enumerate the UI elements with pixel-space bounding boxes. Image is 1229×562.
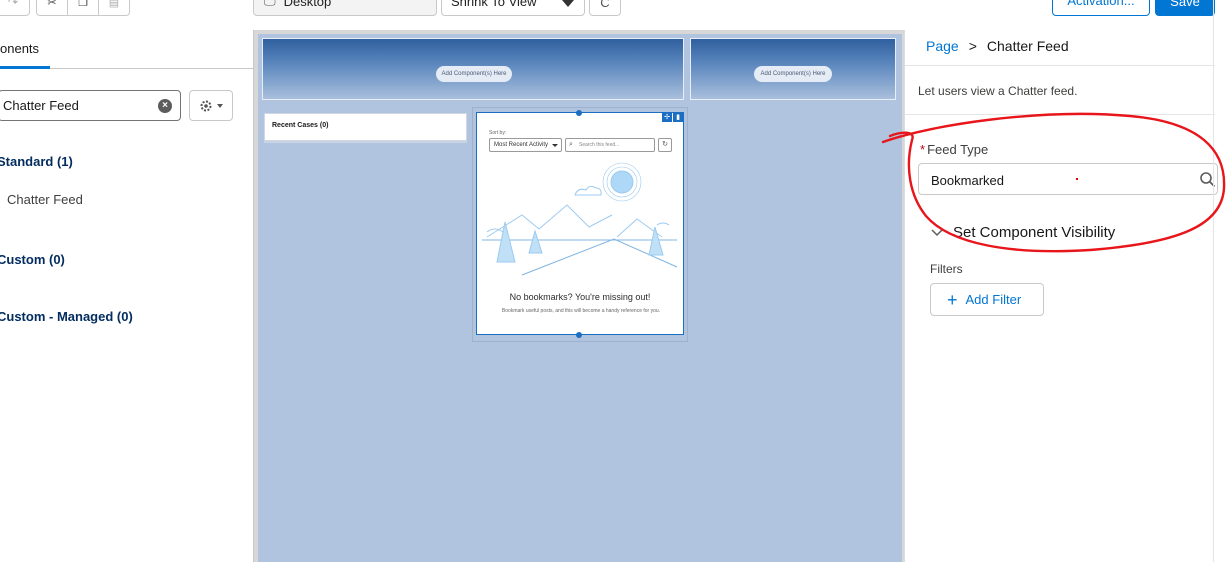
save-label: Save	[1170, 0, 1200, 9]
settings-menu-button[interactable]	[189, 90, 233, 121]
recent-cases-component[interactable]: Recent Cases (0)	[264, 113, 467, 141]
section-standard[interactable]: Standard (1)	[0, 154, 73, 169]
section-custom[interactable]: Custom (0)	[0, 252, 65, 267]
component-search-value: Chatter Feed	[3, 98, 79, 113]
properties-panel: Page > Chatter Feed Let users view a Cha…	[904, 30, 1229, 562]
paste-button[interactable]: ▤	[99, 0, 129, 15]
feed-type-label: * Feed Type	[920, 142, 988, 157]
copy-icon: ❐	[78, 0, 88, 9]
add-icon: +	[947, 289, 958, 310]
feed-refresh-button[interactable]: ↻	[658, 138, 672, 152]
empty-state-illustration	[482, 162, 678, 276]
resize-handle-bottom[interactable]	[576, 332, 582, 338]
paste-icon: ▤	[108, 0, 120, 9]
breadcrumb-current: Chatter Feed	[986, 38, 1069, 54]
feed-type-value: Bookmarked	[931, 173, 1004, 188]
page-canvas: Add Component(s) Here Add Component(s) H…	[254, 30, 904, 562]
filters-label: Filters	[930, 262, 963, 276]
visibility-label: Set Component Visibility	[953, 224, 1116, 241]
section-custom-managed[interactable]: Custom - Managed (0)	[0, 309, 133, 324]
cut-button[interactable]: ✂	[37, 0, 68, 15]
breadcrumb-separator: >	[968, 38, 977, 54]
tab-components[interactable]: onents	[0, 41, 39, 56]
redo-button[interactable]: ↷	[0, 0, 30, 16]
cursor-mark	[1076, 178, 1078, 180]
toolbar-button-group: ✂ ❐ ▤	[36, 0, 130, 16]
move-icon[interactable]: ✢	[662, 113, 672, 122]
feed-search-input[interactable]: ⌕ Search this feed...	[565, 138, 655, 152]
feed-type-label-text: Feed Type	[927, 142, 989, 157]
divider	[905, 65, 1215, 66]
gear-icon	[200, 100, 212, 111]
add-component-placeholder-2[interactable]: Add Component(s) Here	[754, 66, 832, 82]
component-toolbar: ✢ ▮	[662, 113, 683, 122]
chevron-down-icon	[562, 0, 574, 7]
activation-label: Activation...	[1067, 0, 1135, 8]
feed-search-placeholder: Search this feed...	[579, 142, 620, 148]
search-icon[interactable]	[1199, 171, 1217, 189]
sort-select[interactable]: Most Recent Activity	[489, 138, 562, 152]
active-tab-indicator	[0, 66, 50, 69]
redo-icon: ↷	[7, 0, 19, 9]
breadcrumb-page-link[interactable]: Page	[926, 38, 959, 54]
search-icon: ⌕	[569, 141, 573, 148]
chevron-down-icon	[217, 103, 223, 108]
add-filter-button[interactable]: + Add Filter	[930, 283, 1044, 316]
refresh-button[interactable]: C	[589, 0, 621, 16]
empty-state-subtitle: Bookmark useful posts, and this will bec…	[501, 308, 661, 314]
scrollbar-track	[1213, 0, 1214, 562]
breadcrumb: Page > Chatter Feed	[926, 38, 1069, 54]
recent-cases-title: Recent Cases (0)	[272, 122, 329, 129]
save-button[interactable]: Save	[1155, 0, 1215, 16]
activation-button[interactable]: Activation...	[1052, 0, 1150, 16]
device-select[interactable]: 🖵 Desktop	[253, 0, 437, 16]
resize-handle-top[interactable]	[576, 110, 582, 116]
chevron-down-icon	[931, 228, 943, 236]
canvas-body: Add Component(s) Here Add Component(s) H…	[258, 34, 902, 562]
zoom-label: Shrink To View	[451, 0, 537, 9]
feed-type-lookup[interactable]: Bookmarked	[918, 163, 1218, 195]
component-description: Let users view a Chatter feed.	[918, 84, 1078, 98]
refresh-icon: ↻	[662, 141, 668, 148]
header-region-left[interactable]: Add Component(s) Here	[262, 38, 684, 100]
copy-button[interactable]: ❐	[68, 0, 99, 15]
add-filter-label: Add Filter	[965, 292, 1022, 307]
delete-icon[interactable]: ▮	[673, 113, 683, 122]
chatter-feed-component[interactable]: ✢ ▮ Sort by: Most Recent Activity ⌕ Sear…	[476, 112, 684, 335]
header-region-right[interactable]: Add Component(s) Here	[690, 38, 896, 100]
component-search-input[interactable]: Chatter Feed ×	[0, 90, 181, 121]
component-item-chatter-feed[interactable]: Chatter Feed	[7, 192, 83, 207]
sort-by-label: Sort by:	[489, 130, 507, 136]
add-component-placeholder[interactable]: Add Component(s) Here	[436, 66, 512, 82]
scissors-icon: ✂	[47, 0, 57, 9]
zoom-select[interactable]: Shrink To View	[441, 0, 585, 16]
desktop-icon: 🖵	[264, 0, 276, 8]
component-visibility-toggle[interactable]: Set Component Visibility	[931, 224, 1115, 241]
refresh-icon: C	[600, 0, 610, 10]
device-label: Desktop	[283, 0, 332, 9]
clear-icon[interactable]: ×	[158, 99, 172, 113]
divider	[905, 114, 1215, 115]
components-panel: onents Chatter Feed × Standard (1) Chatt…	[0, 30, 254, 562]
required-indicator: *	[920, 142, 926, 157]
empty-state-title: No bookmarks? You're missing out!	[509, 292, 651, 302]
